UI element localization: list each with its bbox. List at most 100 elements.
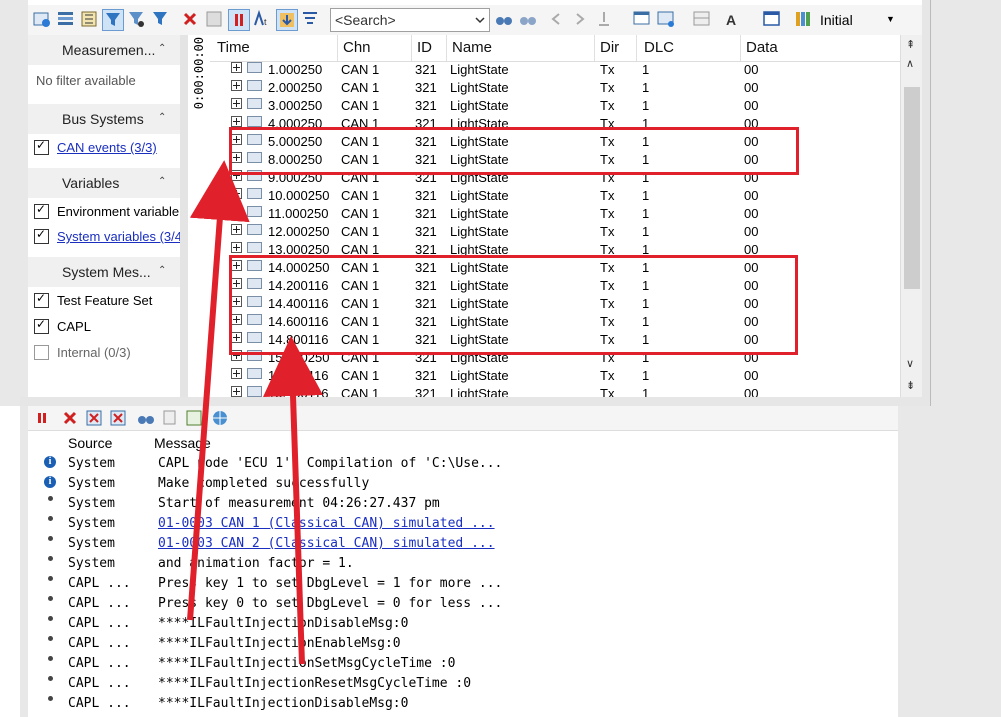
list-item[interactable]: System 01-0003 CAN 2 (Classical CAN) simu… [28,534,898,554]
list-item[interactable]: CAPL ... ****ILFaultInjectionDisableMsg:0 [28,694,898,714]
env-variables-checkbox[interactable]: Environment variable [34,202,179,221]
delete-icon[interactable] [180,9,200,29]
filter-more-icon[interactable] [150,9,170,29]
measurement-section-header[interactable]: Measuremen... ⌃ [28,35,180,65]
list-item[interactable]: CAPL ... ****ILFaultInjectionSetMsgCycleT… [28,654,898,674]
list-item[interactable]: CAPL ... Press key 1 to set DbgLevel = 1 … [28,574,898,594]
collapse-icon[interactable]: ⌃ [158,265,166,276]
list-item[interactable]: i System Make completed successfully [28,474,898,494]
system-messages-header[interactable]: System Mes... ⌃ [28,257,180,287]
delete-icon[interactable] [60,408,80,428]
clear-icon[interactable] [84,408,104,428]
columns-icon[interactable] [656,9,676,29]
detail-view-icon[interactable] [204,9,224,29]
time-mode-icon[interactable]: t [252,9,272,29]
col-message[interactable]: Message [154,435,211,451]
variables-header[interactable]: Variables ⌃ [28,168,180,198]
list-item[interactable]: System and animation factor = 1. [28,554,898,574]
list-item[interactable]: CAPL ... ****ILFaultInjectionResetMsgCycl… [28,674,898,694]
arrow-left-icon[interactable] [546,9,566,29]
expand-icon[interactable] [231,98,242,109]
list-item[interactable]: CAPL ... ****ILFaultInjectionEnableMsg:0 [28,634,898,654]
filter-icon[interactable] [102,9,124,31]
col-source[interactable]: Source [68,435,112,451]
find-next-icon[interactable] [494,9,514,29]
scroll-mode-icon[interactable] [276,9,298,31]
expand-icon[interactable] [231,224,242,235]
checkbox[interactable] [34,345,49,361]
expand-icon[interactable] [231,206,242,217]
find-icon[interactable] [136,408,156,428]
checkbox[interactable] [34,227,49,245]
collapse-icon[interactable]: ⌃ [158,43,166,54]
window-layout-icon[interactable] [632,9,652,29]
color-bars-icon[interactable] [794,9,814,29]
col-dir[interactable]: Dir [600,39,619,56]
cell-message[interactable]: 01-0003 CAN 1 (Classical CAN) simulated … [158,516,495,531]
clear-all-icon[interactable] [108,408,128,428]
find-prev-icon[interactable] [518,9,538,29]
checkbox[interactable] [34,317,49,335]
grid-icon[interactable] [692,9,712,29]
expand-icon[interactable] [231,368,242,379]
new-view-icon[interactable] [32,9,52,29]
scroll-down-icon[interactable]: ∨ [906,357,914,370]
test-feature-set-checkbox[interactable]: Test Feature Set [34,291,152,310]
sys-variables-checkbox[interactable]: System variables (3/4 [34,227,182,246]
table-row[interactable]: 10.000250 CAN 1 321 LightState Tx 1 00 [210,187,900,205]
col-id[interactable]: ID [417,39,432,56]
col-time[interactable]: Time [217,39,250,56]
table-row[interactable]: 12.000250 CAN 1 321 LightState Tx 1 00 [210,223,900,241]
expand-icon[interactable] [231,62,242,73]
table-row[interactable]: 11.000250 CAN 1 321 LightState Tx 1 00 [210,205,900,223]
can-events-checkbox[interactable]: CAN events (3/3) [34,138,157,157]
sort-icon[interactable] [80,9,100,29]
checkbox[interactable] [34,202,49,220]
globe-icon[interactable] [210,408,230,428]
expand-icon[interactable] [231,188,242,199]
internal-checkbox[interactable]: Internal (0/3) [34,344,131,362]
filter-mode-select[interactable]: Initial [820,12,853,28]
checkbox[interactable] [34,291,49,309]
bus-systems-header[interactable]: Bus Systems ⌃ [28,104,180,134]
collapse-icon[interactable]: ⌃ [158,112,166,123]
settings-icon[interactable] [184,408,204,428]
col-name[interactable]: Name [452,39,492,56]
pause-icon[interactable] [32,408,52,428]
list-detail-icon[interactable] [56,9,76,29]
expand-icon[interactable] [231,80,242,91]
expand-icon[interactable] [231,386,242,397]
copy-icon[interactable] [160,408,180,428]
list-item[interactable]: System Start of measurement 04:26:27.437 … [28,494,898,514]
scroll-bottom-icon[interactable]: ⇟ [906,379,915,392]
table-row[interactable]: 2.000250 CAN 1 321 LightState Tx 1 00 [210,79,900,97]
scrollbar-thumb[interactable] [904,87,920,289]
col-dlc[interactable]: DLC [644,39,674,56]
panel-splitter[interactable] [180,35,188,397]
chevron-down-icon[interactable] [473,13,487,27]
col-data[interactable]: Data [746,39,778,56]
expand-icon[interactable] [231,242,242,253]
table-row[interactable]: 1.000250 CAN 1 321 LightState Tx 1 00 [210,61,900,79]
table-row[interactable]: 15.200116 CAN 1 321 LightState Tx 1 00 [210,367,900,385]
list-item[interactable]: CAPL ... ****ILFaultInjectionDisableMsg:0 [28,614,898,634]
pause-icon[interactable] [228,9,250,31]
cell-message[interactable]: 01-0003 CAN 2 (Classical CAN) simulated … [158,536,495,551]
chevron-down-icon[interactable]: ▼ [886,14,895,24]
filter-edit-icon[interactable] [126,9,146,29]
expand-icon[interactable] [231,116,242,127]
list-item[interactable]: System 01-0003 CAN 1 (Classical CAN) simu… [28,514,898,534]
collapse-icon[interactable]: ⌃ [158,176,166,187]
search-input[interactable]: <Search> [330,8,490,32]
table-row[interactable]: 15.400116 CAN 1 321 LightState Tx 1 00 [210,385,900,397]
font-size-icon[interactable]: A [724,9,744,29]
list-item[interactable]: CAPL ... Press key 0 to set DbgLevel = 0 … [28,594,898,614]
chronological-icon[interactable] [300,9,320,29]
list-item[interactable]: i System CAPL node 'ECU 1': Compilation of… [28,454,898,474]
checkbox[interactable] [34,138,49,156]
scroll-up-icon[interactable]: ∧ [906,57,914,70]
capl-checkbox[interactable]: CAPL [34,317,91,336]
window-icon[interactable] [762,9,782,29]
col-chn[interactable]: Chn [343,39,371,56]
marker-icon[interactable] [594,9,614,29]
